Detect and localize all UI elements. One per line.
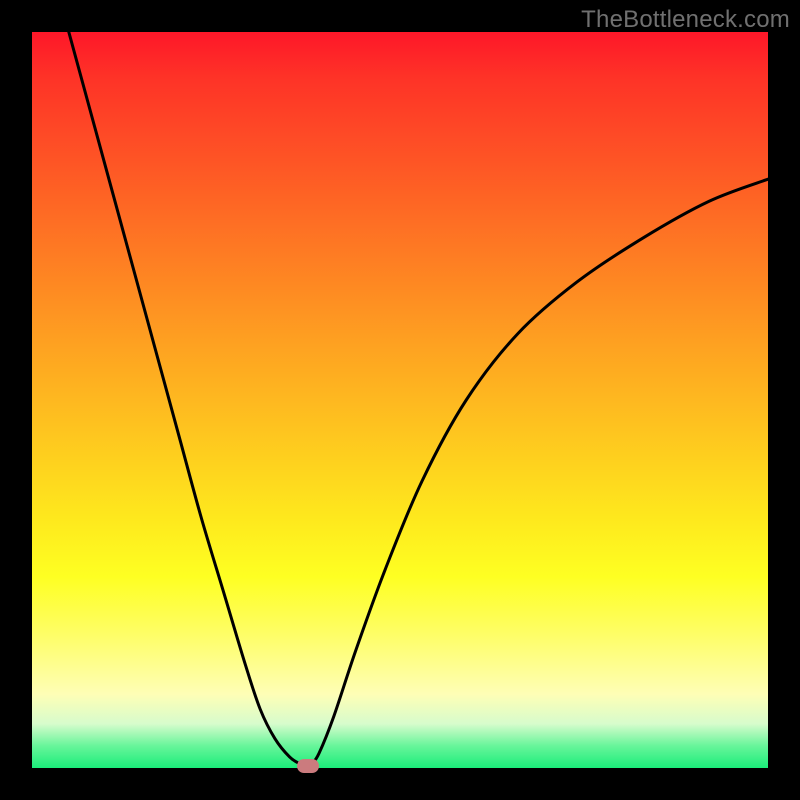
optimal-point-marker: [297, 759, 319, 773]
outer-frame: TheBottleneck.com: [0, 0, 800, 800]
plot-area: [32, 32, 768, 768]
watermark-text: TheBottleneck.com: [581, 6, 790, 34]
bottleneck-curve: [32, 32, 768, 768]
